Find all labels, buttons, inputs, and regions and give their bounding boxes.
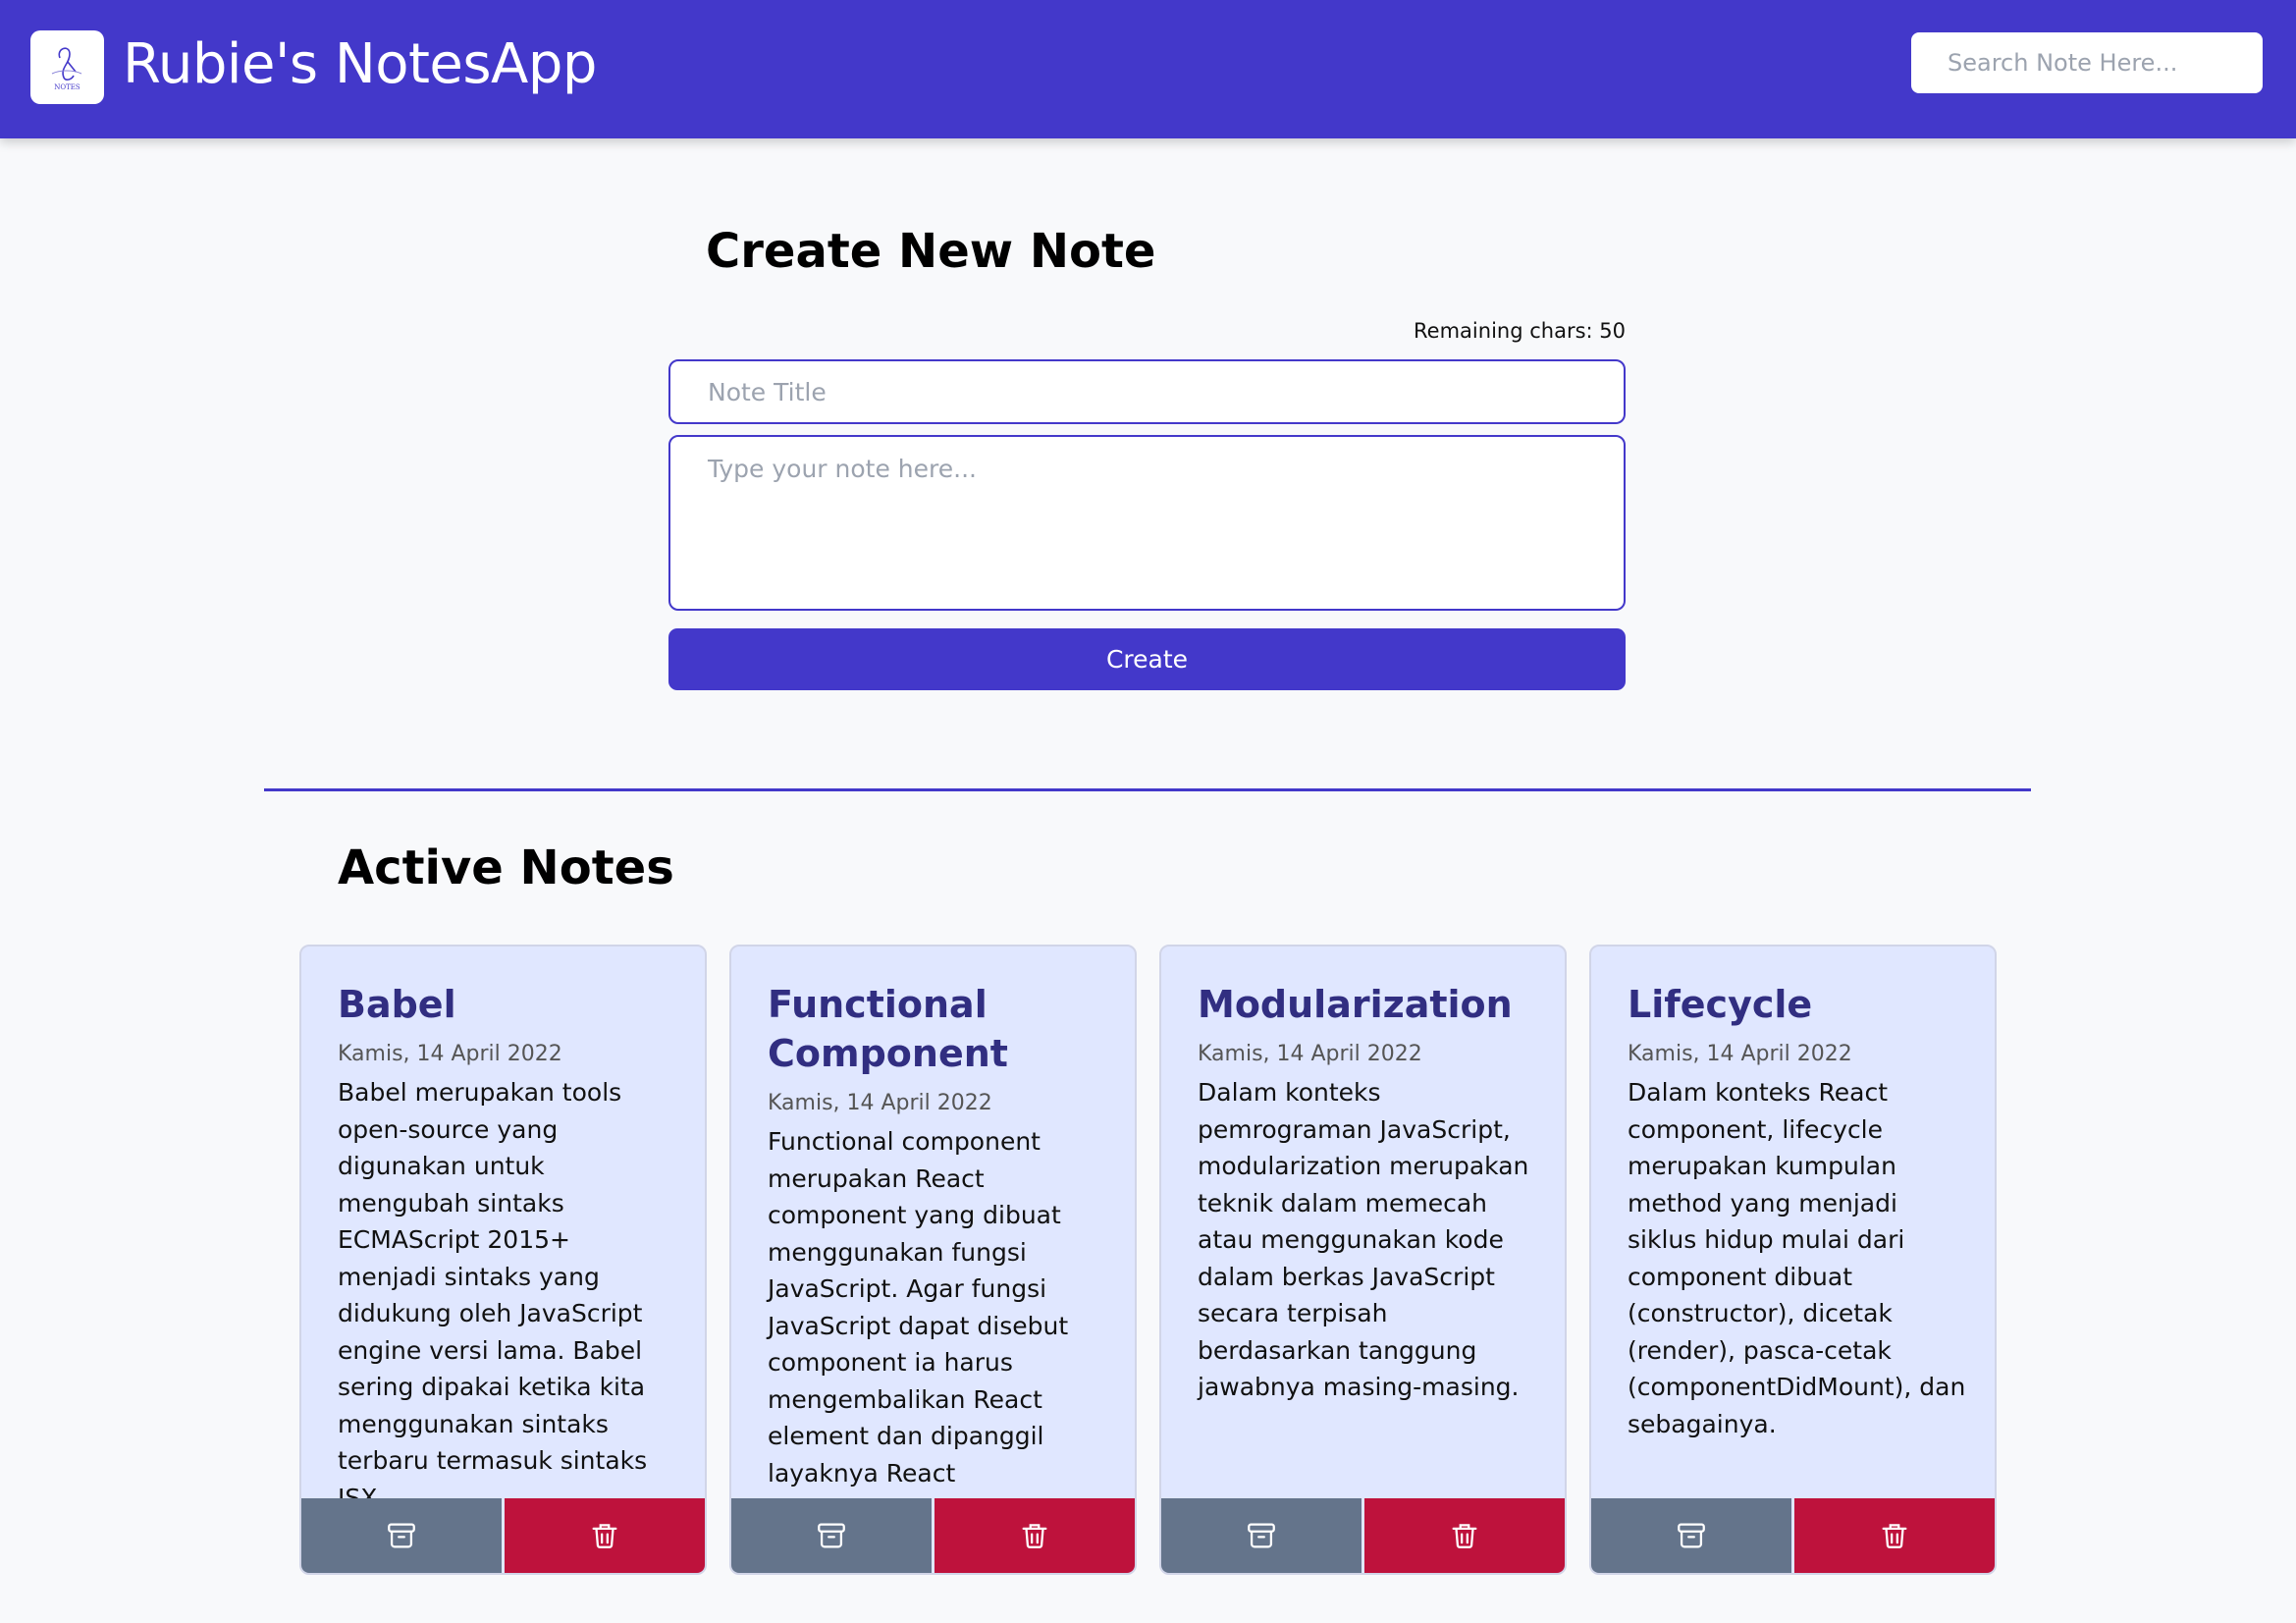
note-body: Dalam konteks React component, lifecycle… [1628,1078,1966,1438]
archive-button[interactable] [1161,1498,1364,1573]
note-date: Kamis, 14 April 2022 [338,1042,562,1066]
note-body: Functional component merupakan React com… [768,1127,1069,1524]
archive-button[interactable] [1591,1498,1794,1573]
note-date: Kamis, 14 April 2022 [1198,1042,1422,1066]
note-actions [1161,1498,1565,1573]
note-title: Functional Component [768,983,1008,1075]
note-actions [301,1498,705,1573]
note-date: Kamis, 14 April 2022 [768,1091,992,1115]
search-input[interactable] [1911,32,2263,93]
section-divider [264,788,2031,791]
notes-logo-icon: NOTES [51,47,82,91]
archive-button[interactable] [301,1498,505,1573]
note-title: Lifecycle [1628,983,1813,1026]
create-note-heading: Create New Note [706,224,1156,279]
delete-button[interactable] [505,1498,705,1573]
trash-icon [1022,1524,1047,1548]
active-notes-heading: Active Notes [338,840,674,895]
note-actions [731,1498,1135,1573]
note-title-input[interactable] [668,359,1626,424]
note-title: Babel [338,983,456,1026]
delete-button[interactable] [934,1498,1135,1573]
svg-text:NOTES: NOTES [54,83,80,91]
remaining-chars: Remaining chars: 50 [1414,319,1626,343]
delete-button[interactable] [1364,1498,1565,1573]
trash-icon [1882,1524,1907,1548]
note-date: Kamis, 14 April 2022 [1628,1042,1852,1066]
note-body: Babel merupakan tools open-source yang d… [338,1078,648,1512]
note-card: Babel Kamis, 14 April 2022 Babel merupak… [299,945,707,1575]
archive-button[interactable] [731,1498,934,1573]
note-card: Functional Component Kamis, 14 April 202… [729,945,1137,1575]
note-card: Modularization Kamis, 14 April 2022 Dala… [1159,945,1567,1575]
archive-icon [388,1523,415,1548]
create-button[interactable]: Create [668,628,1626,690]
app-title: Rubie's NotesApp [123,32,597,96]
note-body-input[interactable] [668,435,1626,611]
archive-icon [818,1523,845,1548]
delete-button[interactable] [1794,1498,1995,1573]
archive-icon [1248,1523,1275,1548]
note-card: Lifecycle Kamis, 14 April 2022 Dalam kon… [1589,945,1997,1575]
trash-icon [592,1524,617,1548]
app-logo[interactable]: NOTES [30,30,104,104]
note-body: Dalam konteks pemrograman JavaScript, mo… [1198,1078,1529,1401]
note-actions [1591,1498,1995,1573]
trash-icon [1452,1524,1477,1548]
archive-icon [1678,1523,1705,1548]
note-title: Modularization [1198,983,1513,1026]
app-header: NOTES Rubie's NotesApp [0,0,2296,138]
